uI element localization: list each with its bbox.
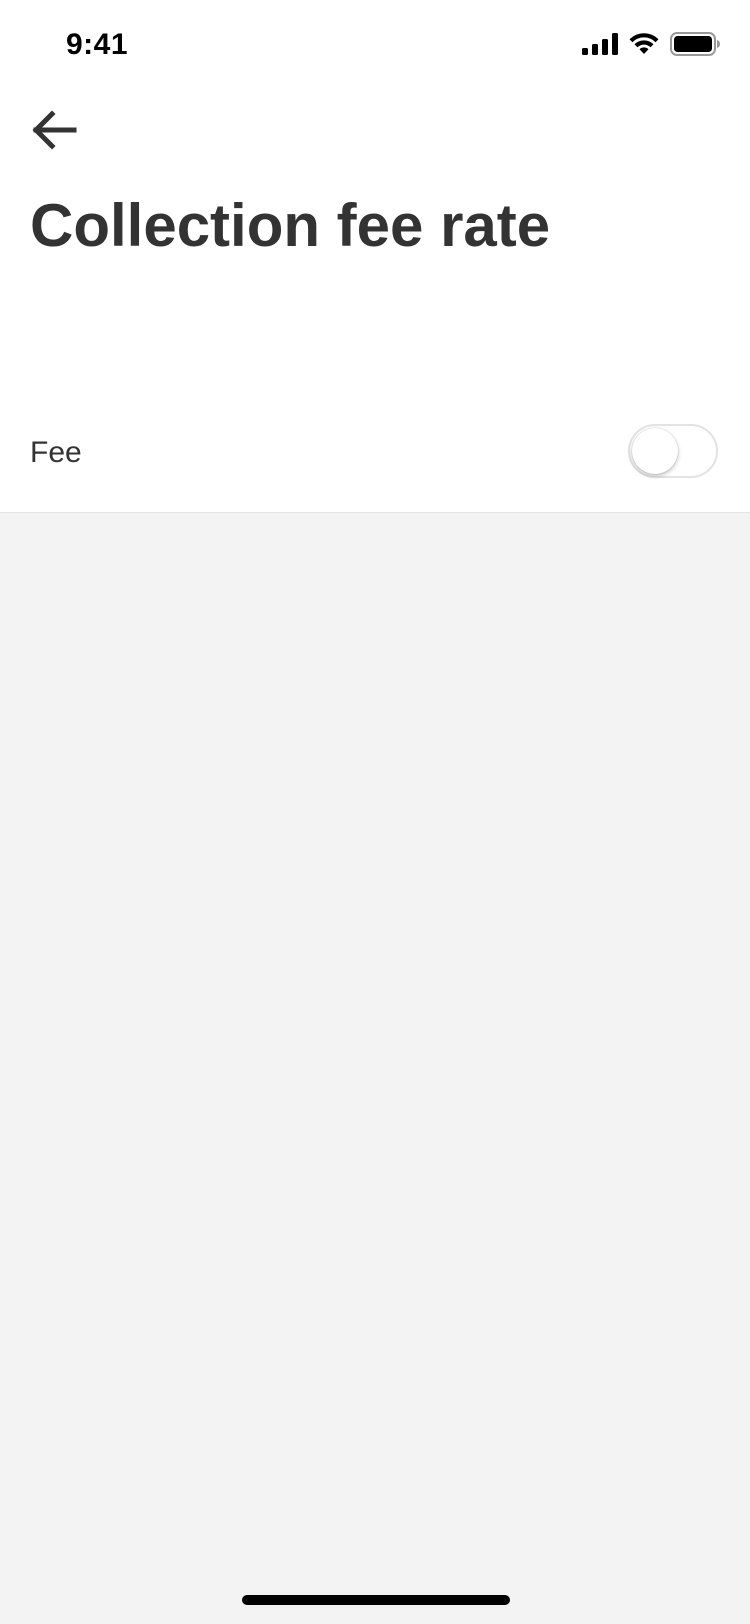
arrow-left-icon [30,109,78,155]
status-time: 9:41 [66,28,129,61]
battery-icon [670,31,720,61]
fee-toggle[interactable] [628,424,718,478]
wifi-icon [628,32,660,61]
header-section: 9:41 Collection fee rate Fee [0,0,750,513]
page-title: Collection fee rate [30,192,551,259]
fee-label: Fee [30,436,82,469]
status-icons [582,30,720,62]
fee-setting-row: Fee [0,405,750,501]
home-indicator [242,1595,510,1605]
toggle-knob [632,428,678,474]
cellular-signal-icon [582,32,618,60]
back-button[interactable] [24,104,84,160]
